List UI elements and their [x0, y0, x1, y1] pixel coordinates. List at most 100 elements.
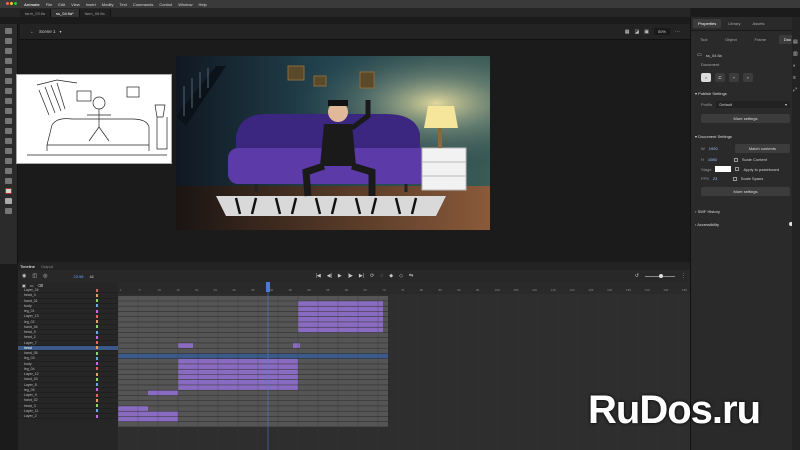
align-icon[interactable]: ⊏ — [715, 73, 725, 82]
rectangle-tool-icon[interactable] — [5, 98, 12, 104]
accessibility-header[interactable]: › Accessibility — [691, 219, 800, 230]
menu-view[interactable]: View — [71, 2, 80, 7]
layer-color-swatch[interactable] — [96, 293, 98, 297]
zoom-slider[interactable] — [645, 273, 675, 278]
layer-color-swatch[interactable] — [96, 377, 98, 381]
lock-icon[interactable]: ▪ — [743, 73, 753, 82]
zoom-tool-icon[interactable] — [5, 178, 12, 184]
stroke-color-swatch[interactable] — [5, 188, 12, 194]
menu-file[interactable]: File — [46, 2, 52, 7]
layer-color-swatch[interactable] — [96, 304, 98, 308]
layer-color-swatch[interactable] — [96, 299, 98, 303]
stage-canvas[interactable] — [176, 56, 490, 230]
menu-commands[interactable]: Commands — [133, 2, 153, 7]
layer-color-swatch[interactable] — [96, 372, 98, 376]
layer-color-swatch[interactable] — [96, 346, 98, 350]
tab-ss-04[interactable]: ss_04.fla* — [51, 9, 80, 17]
more-settings-button-2[interactable]: More settings — [701, 187, 790, 196]
insert-blank-keyframe-icon[interactable]: ◇ — [399, 273, 403, 279]
eyedropper-tool-icon[interactable] — [5, 148, 12, 154]
oval-tool-icon[interactable] — [5, 108, 12, 114]
menu-text[interactable]: Text — [120, 2, 127, 7]
fps-display[interactable]: 23.98 — [73, 274, 83, 279]
scale-content-checkbox[interactable] — [733, 157, 738, 162]
color-panel-icon[interactable]: ◐ — [793, 63, 796, 69]
prev-frame-icon[interactable]: ◀| — [327, 273, 332, 279]
match-contents-button[interactable]: Match contents — [734, 144, 790, 153]
layer-color-swatch[interactable] — [96, 341, 98, 345]
document-settings-header[interactable]: ▾ Document Settings — [691, 131, 800, 142]
menu-help[interactable]: Help — [198, 2, 206, 7]
layer-color-swatch[interactable] — [96, 393, 98, 397]
align-panel-icon[interactable]: ≡ — [793, 75, 796, 81]
layer-color-swatch[interactable] — [96, 409, 98, 413]
next-frame-icon[interactable]: |▶ — [348, 273, 353, 279]
layer-color-swatch[interactable] — [96, 362, 98, 366]
first-frame-icon[interactable]: |◀ — [316, 273, 321, 279]
tab-library[interactable]: Library — [723, 19, 745, 28]
layer-color-swatch[interactable] — [96, 335, 98, 339]
layer-color-swatch[interactable] — [96, 367, 98, 371]
layer-row[interactable]: Layer_2 — [18, 414, 118, 420]
scale-spans-checkbox[interactable] — [732, 176, 737, 181]
height-field[interactable]: 1080 — [708, 157, 730, 162]
swap-colors-icon[interactable] — [5, 208, 12, 214]
layer-color-swatch[interactable] — [96, 320, 98, 324]
layer-color-swatch[interactable] — [96, 398, 98, 402]
profile-select[interactable]: Default ▾ — [716, 101, 790, 108]
properties-panel-icon[interactable]: ▤ — [793, 39, 798, 45]
folder-icon[interactable]: ▭ — [30, 283, 34, 288]
subtab-tool[interactable]: Tool — [695, 35, 712, 44]
menu-modify[interactable]: Modify — [102, 2, 114, 7]
timeline-options-icon[interactable]: ⋮ — [681, 273, 686, 279]
swf-history-header[interactable]: › SWF History — [691, 206, 800, 217]
menu-edit[interactable]: Edit — [58, 2, 65, 7]
sketch-reference-image[interactable] — [16, 74, 172, 164]
insert-keyframe-icon[interactable]: ◆ — [389, 273, 393, 279]
layer-color-swatch[interactable] — [96, 309, 98, 313]
width-field[interactable]: 1920 — [709, 146, 731, 151]
apply-pasteboard-checkbox[interactable] — [735, 167, 740, 171]
window-controls[interactable] — [6, 1, 18, 7]
layer-color-swatch[interactable] — [96, 288, 98, 292]
menu-insert[interactable]: Insert — [86, 2, 96, 7]
fill-color-swatch[interactable] — [5, 198, 12, 204]
chevron-down-icon[interactable]: ▾ — [60, 29, 62, 34]
frame-display[interactable]: 41 — [90, 274, 94, 279]
layer-depth-icon[interactable]: ◫ — [32, 273, 37, 279]
layer-color-swatch[interactable] — [96, 414, 98, 418]
tab-output[interactable]: Output — [41, 264, 53, 269]
onion-skin-icon[interactable]: ◎ — [43, 273, 47, 279]
play-icon[interactable]: ▶ — [338, 273, 342, 279]
tab-farm-05[interactable]: farm_05.fla — [79, 9, 111, 17]
brush-tool-icon[interactable] — [5, 128, 12, 134]
menu-control[interactable]: Control — [159, 2, 172, 7]
stage-options-icon[interactable]: ⋯ — [675, 29, 680, 35]
library-panel-icon[interactable]: ▥ — [793, 51, 798, 57]
tab-farm-03[interactable]: farm_03.fla — [20, 9, 52, 17]
layer-color-swatch[interactable] — [96, 356, 98, 360]
tween-icon[interactable]: ⇆ — [409, 273, 413, 279]
stage-color-swatch[interactable] — [715, 166, 732, 172]
selection-tool-icon[interactable] — [5, 28, 12, 34]
loop-icon[interactable]: ⟳ — [370, 273, 374, 279]
publish-settings-header[interactable]: ▾ Publish Settings — [691, 88, 800, 99]
zoom-slider-thumb[interactable] — [659, 273, 663, 278]
layer-color-swatch[interactable] — [96, 314, 98, 318]
new-layer-icon[interactable]: ▣ — [22, 283, 26, 288]
layer-color-swatch[interactable] — [96, 404, 98, 408]
clip-icon[interactable]: ◪ — [635, 29, 640, 35]
tab-assets[interactable]: Assets — [747, 19, 769, 28]
undo-icon[interactable]: ↺ — [635, 273, 639, 279]
back-arrow-icon[interactable]: ← — [30, 29, 35, 35]
lasso-tool-icon[interactable] — [5, 58, 12, 64]
snap-icon[interactable]: ∩ — [701, 73, 711, 82]
tab-properties[interactable]: Properties — [693, 19, 722, 28]
fps-field[interactable]: 23 — [713, 176, 729, 181]
layer-color-swatch[interactable] — [96, 388, 98, 392]
layer-color-swatch[interactable] — [96, 351, 98, 355]
line-tool-icon[interactable] — [5, 88, 12, 94]
hand-tool-icon[interactable] — [5, 168, 12, 174]
onion-skin-outline-icon[interactable]: ◌ — [380, 273, 383, 279]
menu-window[interactable]: Window — [178, 2, 192, 7]
